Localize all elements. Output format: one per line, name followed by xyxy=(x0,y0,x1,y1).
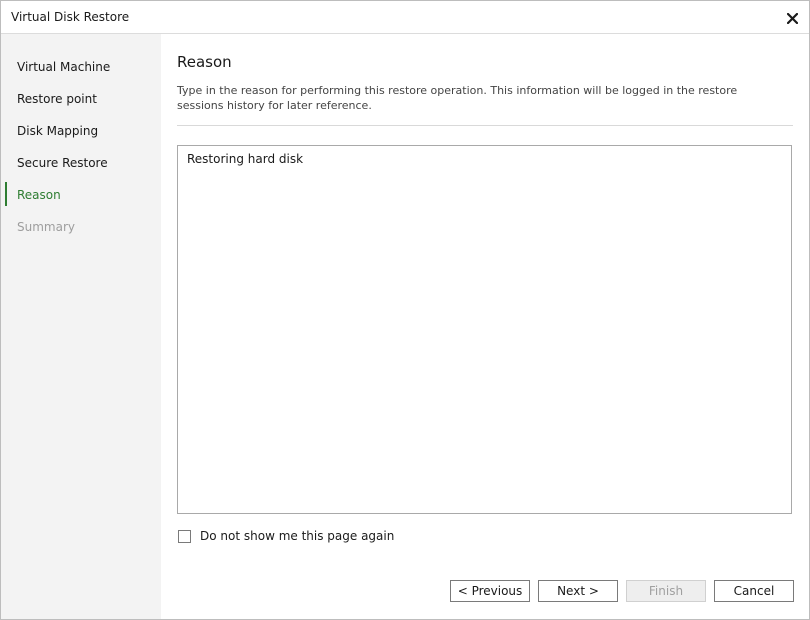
step-virtual-machine[interactable]: Virtual Machine xyxy=(17,60,110,74)
next-button[interactable]: Next > xyxy=(538,580,618,602)
dialog-window: Virtual Disk Restore Virtual Machine Res… xyxy=(0,0,810,620)
previous-button[interactable]: < Previous xyxy=(450,580,530,602)
do-not-show-again-checkbox[interactable] xyxy=(178,529,191,543)
main-panel: Reason Type in the reason for performing… xyxy=(161,34,809,619)
page-description: Type in the reason for performing this r… xyxy=(177,84,738,112)
window-title: Virtual Disk Restore xyxy=(11,10,130,24)
title-bar: Virtual Disk Restore xyxy=(1,1,809,34)
finish-button: Finish xyxy=(626,580,706,602)
reason-text-value: Restoring hard disk xyxy=(187,152,304,166)
page-heading: Reason xyxy=(177,53,232,71)
reason-textarea[interactable]: Restoring hard disk xyxy=(177,145,792,514)
close-button[interactable] xyxy=(781,7,803,29)
checkbox-label: Do not show me this page again xyxy=(200,529,395,543)
header-divider xyxy=(177,125,793,126)
step-reason[interactable]: Reason xyxy=(17,188,61,202)
step-disk-mapping[interactable]: Disk Mapping xyxy=(17,124,98,138)
wizard-steps-sidebar: Virtual Machine Restore point Disk Mappi… xyxy=(1,34,161,619)
step-summary: Summary xyxy=(17,220,75,234)
step-restore-point[interactable]: Restore point xyxy=(17,92,97,106)
close-icon xyxy=(786,12,798,24)
do-not-show-again-checkbox-row[interactable]: Do not show me this page again xyxy=(178,528,394,544)
cancel-button[interactable]: Cancel xyxy=(714,580,794,602)
active-step-indicator xyxy=(5,182,7,206)
step-secure-restore[interactable]: Secure Restore xyxy=(17,156,108,170)
